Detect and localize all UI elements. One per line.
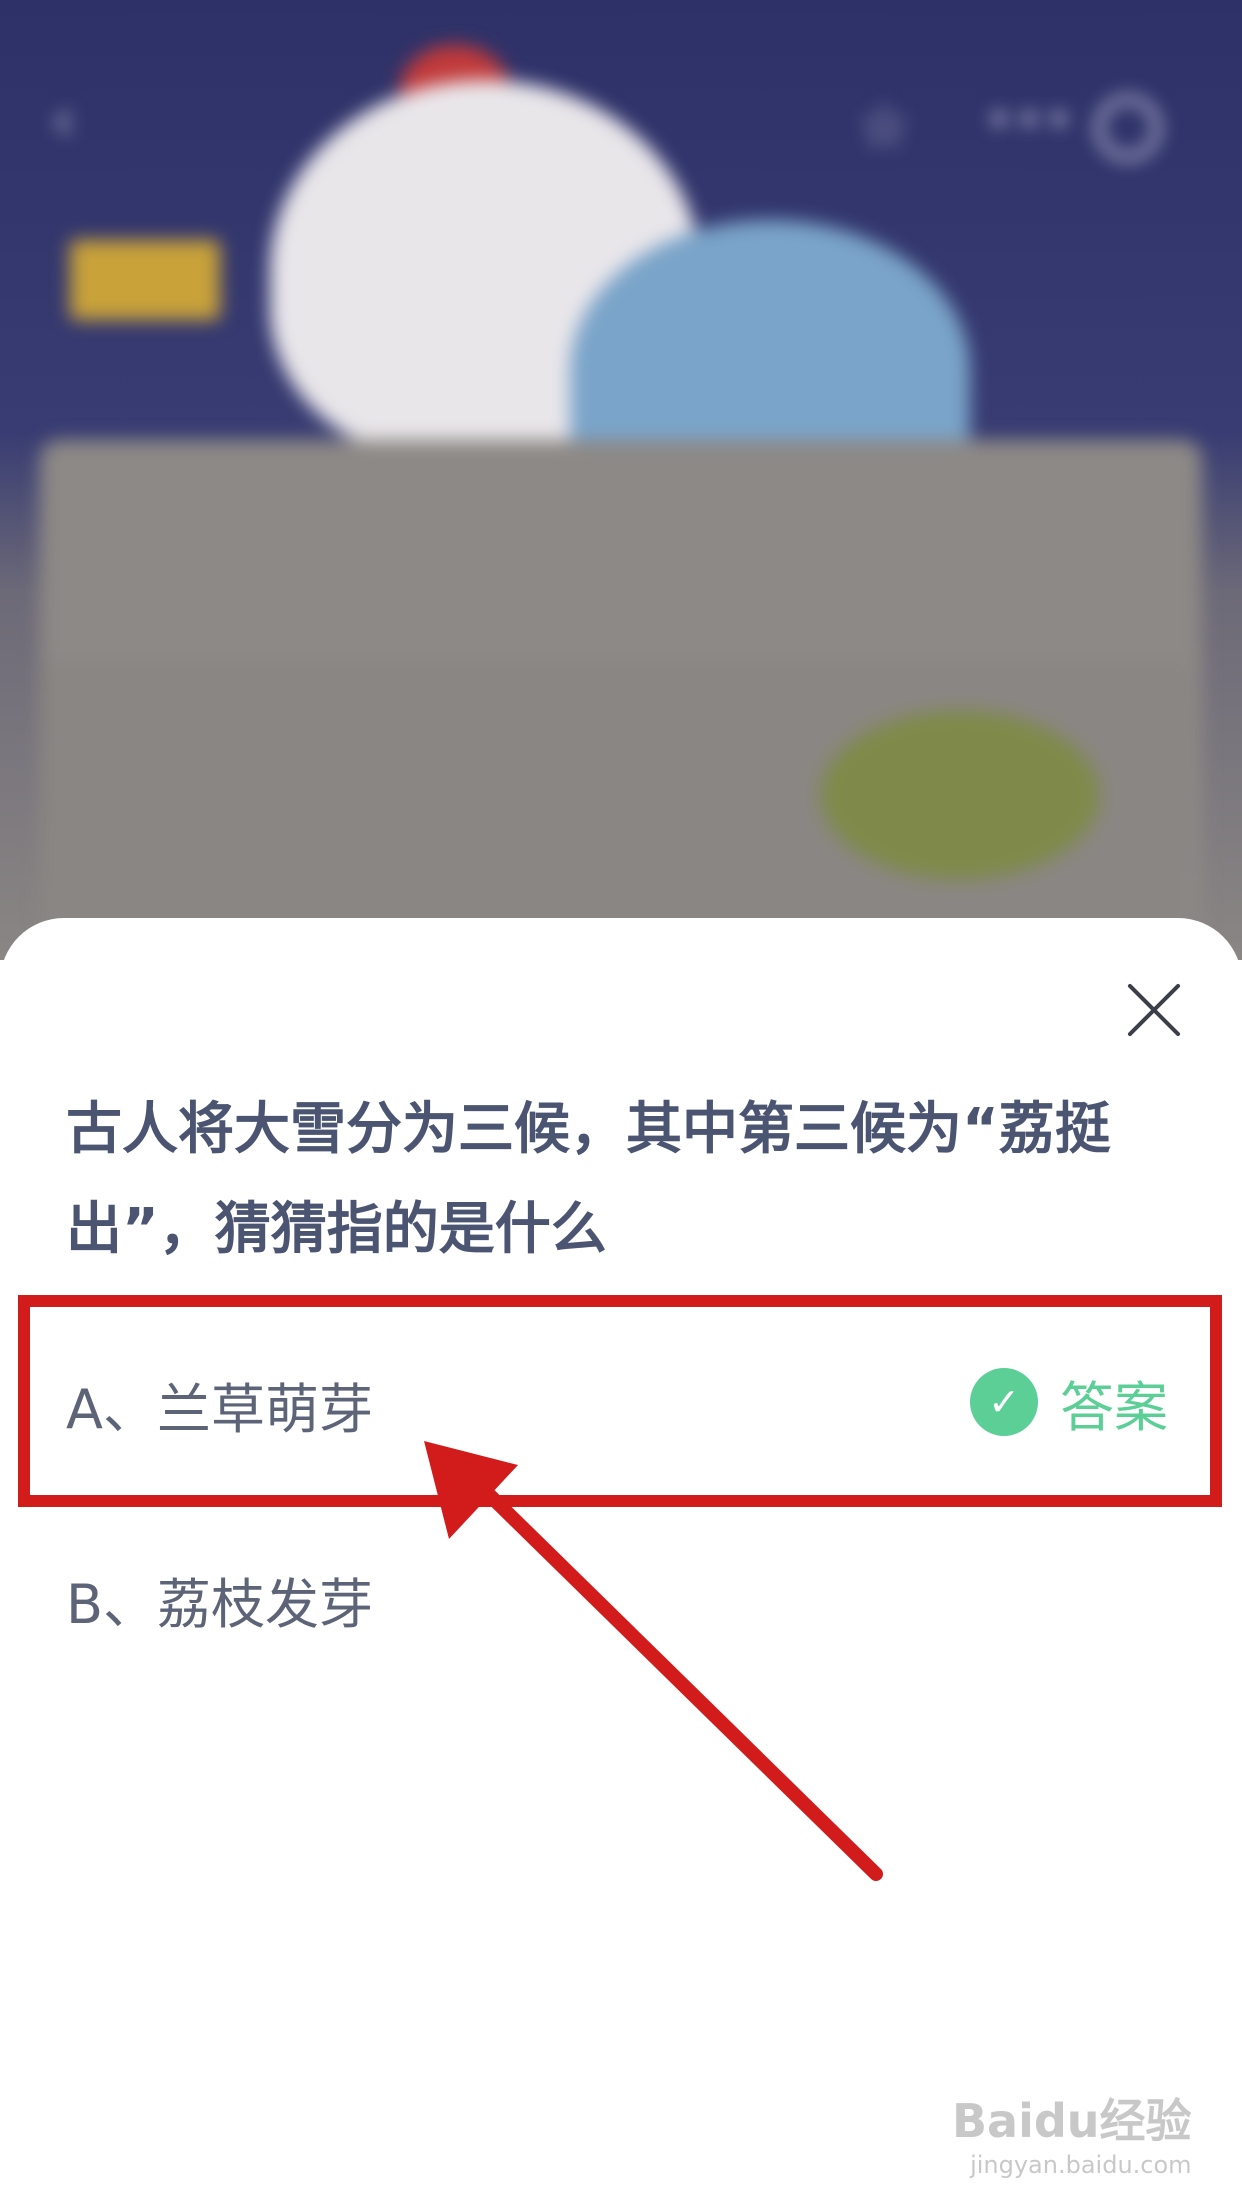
watermark-url: jingyan.baidu.com [970, 2151, 1192, 2179]
watermark: Baidu经验 jingyan.baidu.com [952, 2085, 1192, 2179]
watermark-brand: Baidu经验 [952, 2094, 1192, 2148]
annotation-arrow [424, 1441, 883, 1881]
